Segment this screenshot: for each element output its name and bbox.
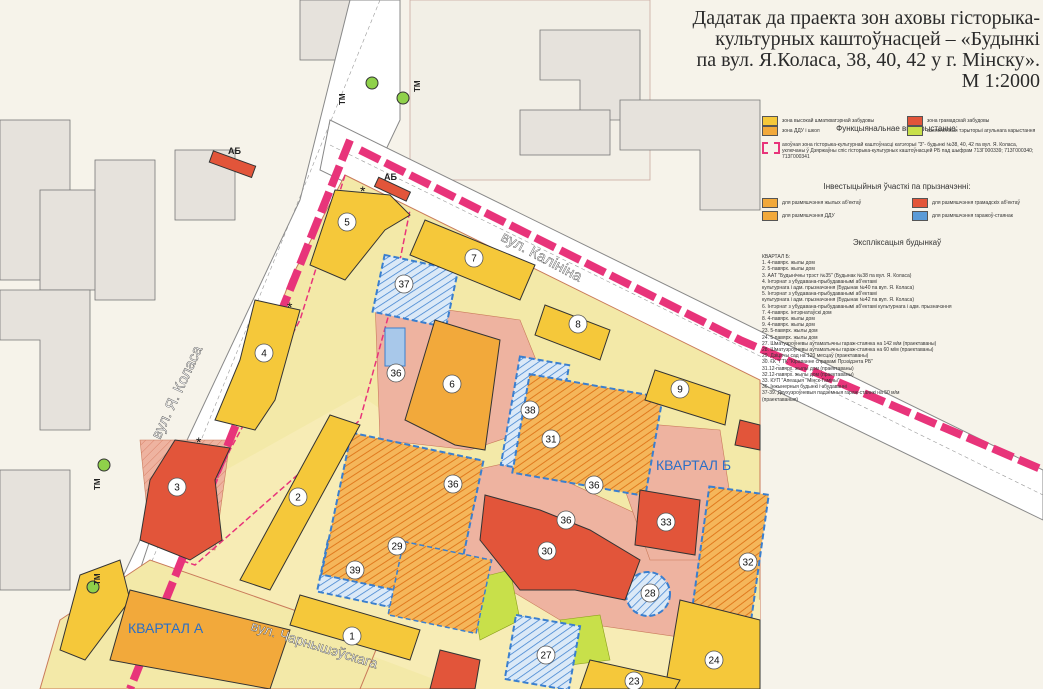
building-number-32: 32	[738, 552, 758, 572]
building-number-4: 4	[254, 343, 274, 363]
building-number-28: 28	[640, 583, 660, 603]
legend-swatch-inv-residential	[762, 198, 778, 208]
svg-text:36: 36	[390, 369, 402, 380]
legend-panel: Функцыянальнае выкарыстанне: зона высока…	[752, 116, 1042, 446]
building-number-36: 36	[584, 475, 604, 495]
svg-text:23: 23	[628, 677, 640, 688]
legend-swatch-inv-garage	[912, 211, 928, 221]
building-number-9: 9	[670, 379, 690, 399]
bus-stop-label: АБ	[228, 146, 241, 156]
legend-investment-heading: Інвестыцыйныя ўчасткі па прызначэнні:	[823, 182, 971, 191]
bus-stop-label: АБ	[384, 172, 397, 182]
svg-text:2: 2	[295, 493, 301, 504]
svg-text:27: 27	[540, 651, 552, 662]
tram-stop-marker	[97, 458, 111, 472]
star-marker: *	[196, 434, 202, 450]
legend-explication-heading: Экспліксацыя будынкаў	[852, 238, 942, 247]
legend-item-green: азелененныя тэрыторыі агульнага карыстан…	[927, 128, 1036, 134]
legend-item-residential: зона высокай шматкватэрнай забудовы	[782, 118, 875, 124]
building-number-1: 1	[342, 626, 362, 646]
svg-text:24: 24	[708, 656, 720, 667]
building-number-3: 3	[167, 477, 187, 497]
legend-item-school: зона ДДУ і школ	[782, 128, 820, 134]
legend-swatch-green	[907, 126, 923, 136]
map-title: Дадатак да праекта зон аховы гісторыка- …	[692, 7, 1040, 92]
svg-text:30: 30	[541, 547, 553, 558]
quarter-a-label: КВАРТАЛ А	[128, 620, 204, 636]
building-number-36: 36	[556, 510, 576, 530]
legend-swatch-inv-ddu	[762, 211, 778, 221]
legend-swatch-residential	[762, 116, 778, 126]
building-number-5: 5	[337, 212, 357, 232]
svg-text:9: 9	[677, 385, 683, 396]
building-number-33: 33	[656, 512, 676, 532]
svg-text:8: 8	[575, 320, 581, 331]
tram-stop-label: ТМ	[338, 93, 347, 105]
svg-text:3: 3	[174, 483, 180, 494]
svg-text:7: 7	[471, 254, 477, 265]
star-marker: *	[287, 299, 293, 315]
building-number-6: 6	[442, 374, 462, 394]
legend-swatch-inv-public	[912, 198, 928, 208]
tram-stop-label: ТМ	[93, 573, 102, 585]
building-number-39: 39	[345, 560, 365, 580]
building-number-30: 30	[537, 541, 557, 561]
svg-text:28: 28	[644, 589, 656, 600]
svg-text:36: 36	[447, 480, 459, 491]
building-number-29: 29	[387, 536, 407, 556]
building-number-23: 23	[624, 671, 644, 689]
svg-text:29: 29	[391, 542, 403, 553]
svg-text:39: 39	[349, 566, 361, 577]
tram-stop-label: ТМ	[93, 478, 102, 490]
building-number-27: 27	[536, 645, 556, 665]
svg-text:1: 1	[349, 632, 355, 643]
tram-stop-marker	[396, 91, 410, 105]
svg-text:31: 31	[545, 435, 557, 446]
svg-text:36: 36	[560, 516, 572, 527]
svg-text:38: 38	[524, 406, 536, 417]
tram-stop-label: ТМ	[413, 80, 422, 92]
legend-inv-public: для размяшчэння грамадскіх аб'ектаў	[932, 200, 1021, 206]
building-number-36: 36	[386, 363, 406, 383]
building-number-24: 24	[704, 650, 724, 670]
legend-inv-residential: для размяшчэння жылых аб'ектаў	[782, 200, 862, 206]
building-number-36: 36	[443, 474, 463, 494]
star-marker: *	[360, 183, 366, 199]
legend-item-public: зона грамадскай забудовы	[927, 118, 990, 124]
building-number-37: 37	[394, 274, 414, 294]
quarter-b-label: КВАРТАЛ Б	[656, 457, 731, 473]
legend-inv-garage: для размяшчэння гаражоў-стаянак	[932, 213, 1013, 219]
svg-text:36: 36	[588, 481, 600, 492]
building-number-31: 31	[541, 429, 561, 449]
legend-swatch-public	[907, 116, 923, 126]
svg-text:37: 37	[398, 280, 410, 291]
legend-protection-zone: ахоўная зона гісторыка-культурнай каштоў…	[782, 142, 1034, 160]
building-number-8: 8	[568, 314, 588, 334]
tram-stop-marker	[365, 76, 379, 90]
explication-line: (праектаваныя)	[762, 396, 799, 403]
svg-text:5: 5	[344, 218, 350, 229]
legend-swatch-school	[762, 126, 778, 136]
building-number-7: 7	[464, 248, 484, 268]
svg-text:32: 32	[742, 558, 754, 569]
legend-swatch-protection	[762, 142, 780, 154]
svg-text:33: 33	[660, 518, 672, 529]
building-number-38: 38	[520, 400, 540, 420]
svg-text:6: 6	[449, 380, 455, 391]
legend-inv-ddu: для размяшчэння ДДУ	[782, 213, 835, 219]
svg-text:4: 4	[261, 349, 267, 360]
building-number-2: 2	[288, 487, 308, 507]
